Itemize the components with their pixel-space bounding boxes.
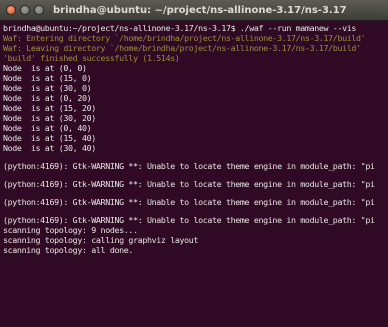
terminal-line: Node is at (0, 20) — [3, 93, 92, 103]
terminal-line: scanning topology: calling graphviz layo… — [3, 235, 199, 245]
terminal-line: Node is at (30, 40) — [3, 143, 96, 153]
terminal-line: Node is at (15, 0) — [3, 73, 92, 83]
terminal-line: (python:4169): Gtk-WARNING **: Unable to… — [3, 161, 375, 171]
close-window-button[interactable] — [6, 5, 16, 15]
terminal-line: Waf: Leaving directory `/home/brindha/pr… — [3, 43, 361, 53]
maximize-window-button[interactable] — [34, 5, 44, 15]
terminal-line: Waf: Entering directory `/home/brindha/p… — [3, 33, 366, 43]
terminal-line: Node is at (15, 40) — [3, 133, 96, 143]
terminal-window: brindha@ubuntu: ~/project/ns-allinone-3.… — [0, 0, 388, 327]
terminal-line: (python:4169): Gtk-WARNING **: Unable to… — [3, 197, 375, 207]
title-bar[interactable]: brindha@ubuntu: ~/project/ns-allinone-3.… — [0, 0, 388, 21]
minimize-window-button[interactable] — [20, 5, 30, 15]
terminal-line: (python:4169): Gtk-WARNING **: Unable to… — [3, 179, 375, 189]
terminal-line: brindha@ubuntu:~/project/ns-allinone-3.1… — [3, 23, 357, 33]
terminal-line: Node is at (30, 0) — [3, 83, 92, 93]
terminal-line: Node is at (30, 20) — [3, 113, 96, 123]
terminal-line: (python:4169): Gtk-WARNING **: Unable to… — [3, 215, 375, 225]
terminal-line: 'build' finished successfully (1.514s) — [3, 53, 180, 63]
window-title: brindha@ubuntu: ~/project/ns-allinone-3.… — [53, 4, 347, 16]
terminal-line: Node is at (0, 0) — [3, 63, 87, 73]
terminal-line: scanning topology: 9 nodes... — [3, 225, 138, 235]
terminal-line: Node is at (15, 20) — [3, 103, 96, 113]
terminal-line: scanning topology: all done. — [3, 245, 134, 255]
terminal-line: Node is at (0, 40) — [3, 123, 92, 133]
terminal-output[interactable]: brindha@ubuntu:~/project/ns-allinone-3.1… — [0, 21, 388, 327]
